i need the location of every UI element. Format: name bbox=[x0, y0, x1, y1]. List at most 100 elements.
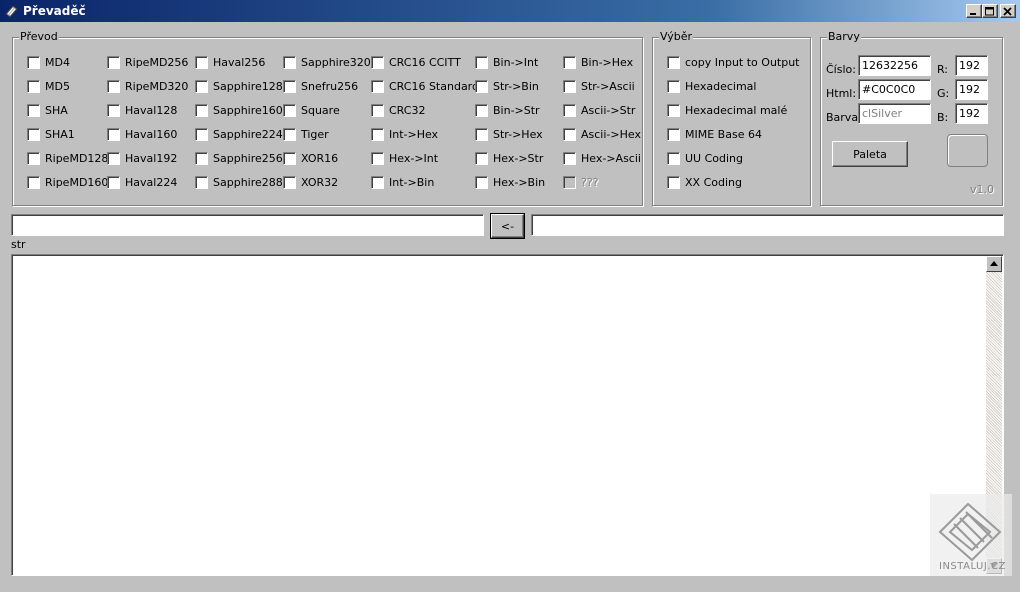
checkbox[interactable] bbox=[371, 151, 384, 165]
vyber-option[interactable]: MIME Base 64 bbox=[667, 126, 762, 142]
checkbox[interactable] bbox=[107, 127, 120, 141]
checkbox[interactable] bbox=[195, 79, 208, 93]
output-field[interactable] bbox=[531, 214, 1004, 236]
checkbox[interactable] bbox=[283, 151, 296, 165]
checkbox[interactable] bbox=[475, 127, 488, 141]
vyber-option[interactable]: Hexadecimal bbox=[667, 78, 756, 94]
prevod-option[interactable]: RipeMD320 bbox=[107, 78, 188, 94]
prevod-option[interactable]: SHA bbox=[27, 102, 68, 118]
vyber-option[interactable]: copy Input to Output bbox=[667, 54, 800, 70]
checkbox[interactable] bbox=[107, 175, 120, 189]
close-button[interactable] bbox=[1000, 4, 1016, 18]
output-memo[interactable] bbox=[11, 254, 1004, 576]
checkbox[interactable] bbox=[283, 55, 296, 69]
checkbox[interactable] bbox=[667, 103, 680, 117]
input-field[interactable] bbox=[11, 214, 484, 236]
prevod-option[interactable]: Sapphire160 bbox=[195, 102, 283, 118]
checkbox[interactable] bbox=[563, 103, 576, 117]
html-input[interactable]: #C0C0C0 bbox=[858, 79, 931, 100]
prevod-option[interactable]: Sapphire288 bbox=[195, 174, 283, 190]
prevod-option[interactable]: Bin->Hex bbox=[563, 54, 633, 70]
prevod-option[interactable]: Int->Bin bbox=[371, 174, 434, 190]
checkbox[interactable] bbox=[667, 127, 680, 141]
paleta-button[interactable]: Paleta bbox=[832, 141, 908, 167]
prevod-option[interactable]: Hex->Str bbox=[475, 150, 543, 166]
prevod-option[interactable]: XOR16 bbox=[283, 150, 338, 166]
prevod-option[interactable]: Sapphire256 bbox=[195, 150, 283, 166]
checkbox[interactable] bbox=[283, 127, 296, 141]
color-swatch[interactable] bbox=[947, 134, 988, 167]
checkbox[interactable] bbox=[667, 175, 680, 189]
checkbox[interactable] bbox=[475, 175, 488, 189]
maximize-button[interactable] bbox=[982, 4, 998, 18]
checkbox[interactable] bbox=[107, 103, 120, 117]
checkbox[interactable] bbox=[283, 103, 296, 117]
checkbox[interactable] bbox=[371, 55, 384, 69]
prevod-option[interactable]: RipeMD160 bbox=[27, 174, 108, 190]
checkbox[interactable] bbox=[563, 151, 576, 165]
checkbox[interactable] bbox=[667, 151, 680, 165]
prevod-option[interactable]: RipeMD256 bbox=[107, 54, 188, 70]
prevod-option[interactable]: XOR32 bbox=[283, 174, 338, 190]
prevod-option[interactable]: Hex->Ascii bbox=[563, 150, 641, 166]
checkbox[interactable] bbox=[475, 151, 488, 165]
r-input[interactable]: 192 bbox=[955, 55, 988, 76]
checkbox[interactable] bbox=[283, 79, 296, 93]
checkbox[interactable] bbox=[27, 55, 40, 69]
prevod-option[interactable]: Haval256 bbox=[195, 54, 265, 70]
checkbox[interactable] bbox=[27, 127, 40, 141]
checkbox[interactable] bbox=[195, 127, 208, 141]
checkbox[interactable] bbox=[667, 55, 680, 69]
prevod-option[interactable]: Str->Ascii bbox=[563, 78, 635, 94]
checkbox[interactable] bbox=[195, 103, 208, 117]
barva-input[interactable]: clSilver bbox=[858, 103, 931, 124]
checkbox[interactable] bbox=[27, 151, 40, 165]
checkbox[interactable] bbox=[563, 79, 576, 93]
minimize-button[interactable] bbox=[966, 4, 982, 18]
prevod-option[interactable]: Square bbox=[283, 102, 340, 118]
checkbox[interactable] bbox=[563, 55, 576, 69]
checkbox[interactable] bbox=[107, 55, 120, 69]
prevod-option[interactable]: MD4 bbox=[27, 54, 70, 70]
prevod-option[interactable]: Sapphire224 bbox=[195, 126, 283, 142]
prevod-option[interactable]: Tiger bbox=[283, 126, 329, 142]
checkbox[interactable] bbox=[475, 103, 488, 117]
prevod-option[interactable]: Int->Hex bbox=[371, 126, 438, 142]
prevod-option[interactable]: Str->Hex bbox=[475, 126, 543, 142]
vyber-option[interactable]: Hexadecimal malé bbox=[667, 102, 787, 118]
checkbox[interactable] bbox=[27, 79, 40, 93]
prevod-option[interactable]: Haval224 bbox=[107, 174, 177, 190]
checkbox[interactable] bbox=[107, 151, 120, 165]
prevod-option[interactable]: SHA1 bbox=[27, 126, 75, 142]
convert-button[interactable]: <- bbox=[490, 213, 525, 239]
vyber-option[interactable]: UU Coding bbox=[667, 150, 743, 166]
checkbox[interactable] bbox=[475, 79, 488, 93]
prevod-option[interactable]: Hex->Bin bbox=[475, 174, 545, 190]
prevod-option[interactable]: RipeMD128 bbox=[27, 150, 108, 166]
prevod-option[interactable]: Haval128 bbox=[107, 102, 177, 118]
checkbox[interactable] bbox=[371, 175, 384, 189]
checkbox[interactable] bbox=[667, 79, 680, 93]
prevod-option[interactable]: Haval192 bbox=[107, 150, 177, 166]
cislo-input[interactable]: 12632256 bbox=[858, 55, 931, 76]
prevod-option[interactable]: Ascii->Str bbox=[563, 102, 635, 118]
prevod-option[interactable]: Hex->Int bbox=[371, 150, 438, 166]
checkbox[interactable] bbox=[195, 175, 208, 189]
checkbox[interactable] bbox=[195, 55, 208, 69]
prevod-option[interactable]: MD5 bbox=[27, 78, 70, 94]
checkbox[interactable] bbox=[27, 103, 40, 117]
g-input[interactable]: 192 bbox=[955, 79, 988, 100]
prevod-option[interactable]: Snefru256 bbox=[283, 78, 358, 94]
prevod-option[interactable]: CRC16 Standard bbox=[371, 78, 479, 94]
checkbox[interactable] bbox=[371, 79, 384, 93]
prevod-option[interactable]: Haval160 bbox=[107, 126, 177, 142]
scroll-up-button[interactable] bbox=[986, 256, 1002, 272]
prevod-option[interactable]: Bin->Int bbox=[475, 54, 538, 70]
checkbox[interactable] bbox=[283, 175, 296, 189]
prevod-option[interactable]: CRC32 bbox=[371, 102, 425, 118]
prevod-option[interactable]: Bin->Str bbox=[475, 102, 540, 118]
prevod-option[interactable]: Sapphire320 bbox=[283, 54, 371, 70]
checkbox[interactable] bbox=[371, 127, 384, 141]
title-bar[interactable]: Převaděč bbox=[0, 0, 1020, 22]
checkbox[interactable] bbox=[195, 151, 208, 165]
